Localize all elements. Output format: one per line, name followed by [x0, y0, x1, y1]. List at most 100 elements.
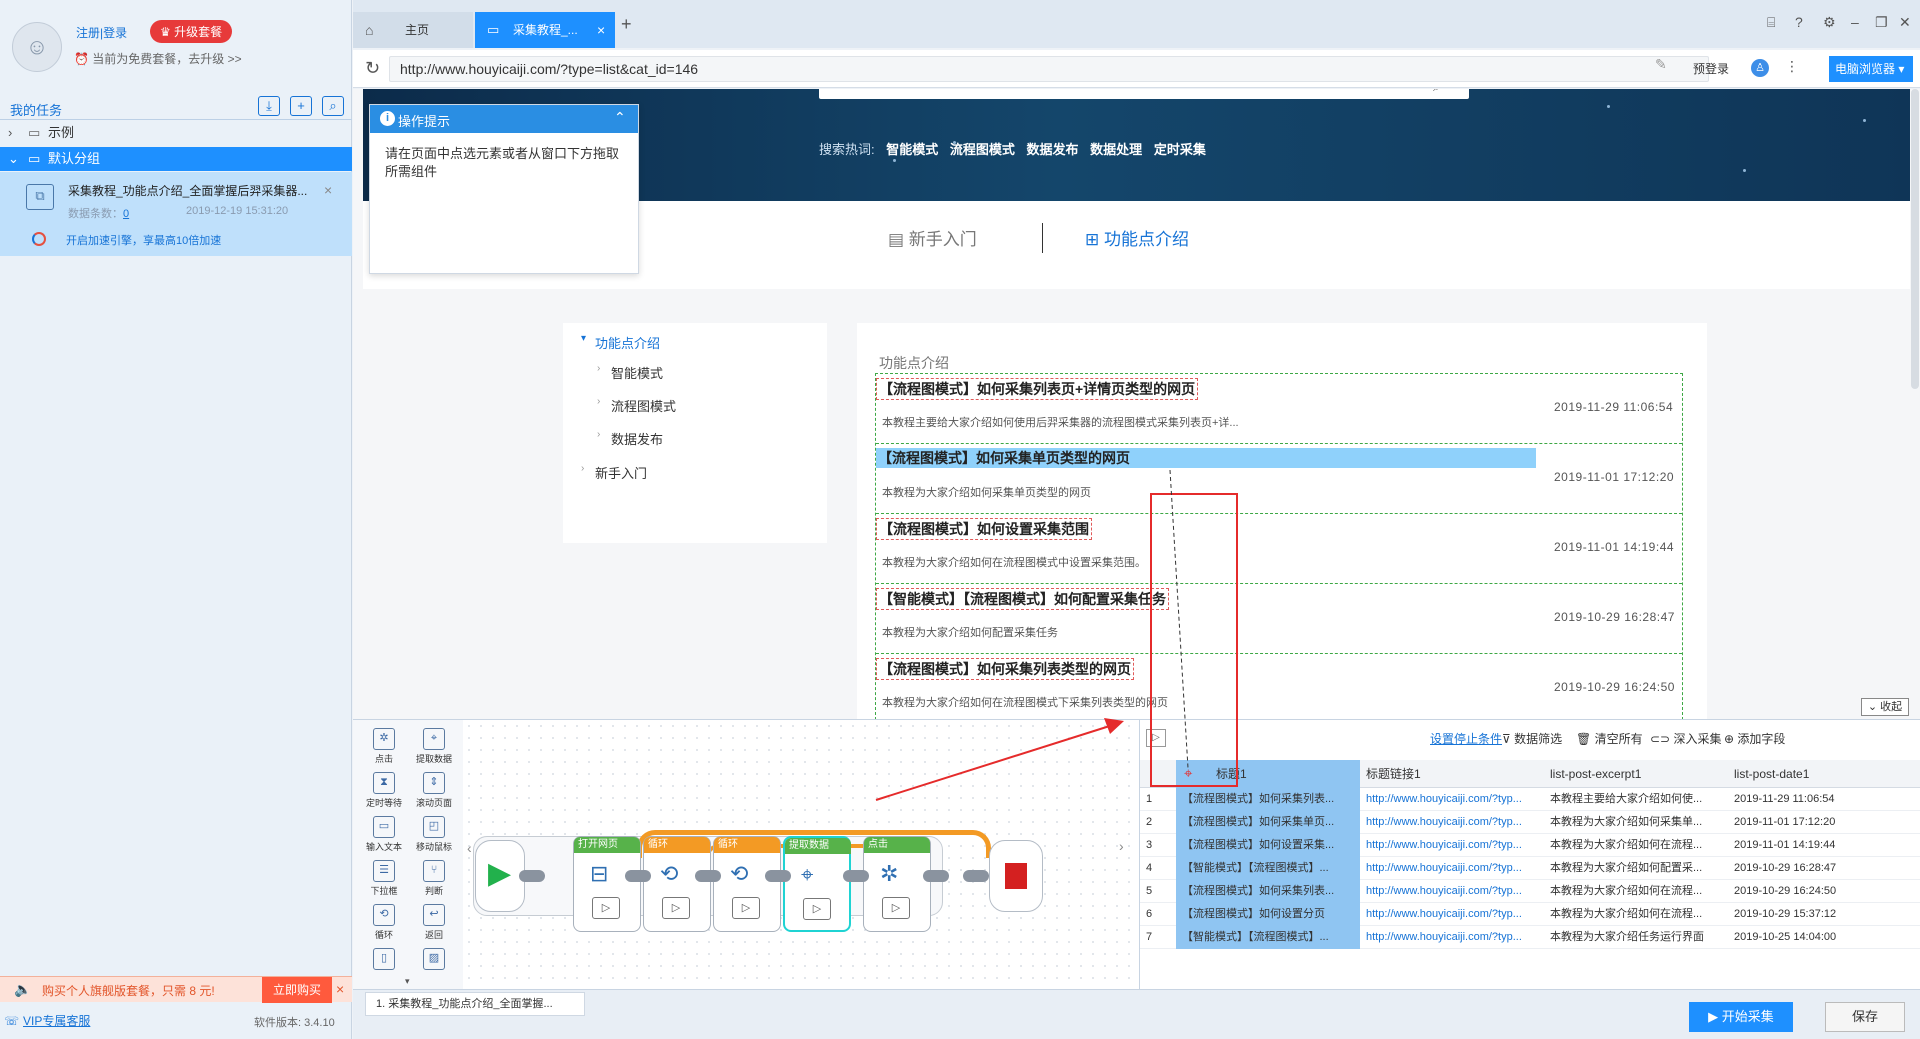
task-card[interactable]: ⧉ 采集教程_功能点介绍_全面掌握后羿采集器... × 数据条数：0 2019-…: [0, 172, 352, 256]
vip-support-link[interactable]: ☏ VIP专属客服: [4, 1012, 90, 1029]
category-item[interactable]: › 数据发布: [597, 429, 663, 448]
collapse-button[interactable]: ⌄ 收起: [1861, 698, 1909, 716]
article-title-selected[interactable]: 【流程图模式】如何采集单页类型的网页: [876, 448, 1536, 468]
flow-node-loop[interactable]: 循环 ⟲ ▷: [643, 836, 711, 932]
filter-button[interactable]: ⊽ 数据筛选: [1502, 730, 1562, 747]
close-window-icon[interactable]: ✕: [1899, 14, 1911, 31]
task-count-value[interactable]: 0: [123, 208, 129, 220]
palette-item-dropdown[interactable]: ☰ 下拉框: [359, 860, 409, 897]
user-icon[interactable]: ♙: [1751, 59, 1769, 77]
grid-header-link[interactable]: 标题链接1: [1360, 760, 1544, 788]
browser-mode-select[interactable]: 电脑浏览器 ▾: [1829, 56, 1913, 82]
article-row[interactable]: 【智能模式】【流程图模式】如何配置采集任务 本教程为大家介绍如何配置采集任务 2…: [876, 584, 1682, 654]
close-icon[interactable]: ×: [336, 981, 344, 997]
prelogin-button[interactable]: 预登录: [1693, 60, 1729, 77]
help-icon[interactable]: ?: [1795, 14, 1803, 30]
more-icon[interactable]: ⋮: [1785, 58, 1799, 75]
url-input[interactable]: http://www.houyicaiji.com/?type=list&cat…: [389, 56, 1709, 82]
table-row[interactable]: 4 【智能模式】【流程图模式】... http://www.houyicaiji.c…: [1140, 857, 1920, 880]
hot-word[interactable]: 定时采集: [1154, 142, 1206, 157]
table-row[interactable]: 5 【流程图模式】如何采集列表... http://www.houyicaiji.c…: [1140, 880, 1920, 903]
play-node-icon[interactable]: ▷: [592, 897, 620, 919]
accel-link[interactable]: 开启加速引擎，享最高10倍加速: [66, 232, 221, 248]
save-button[interactable]: 保存: [1825, 1002, 1905, 1032]
category-item[interactable]: › 流程图模式: [597, 396, 676, 415]
buy-now-button[interactable]: 立即购买: [262, 977, 332, 1003]
chevron-left-icon[interactable]: ‹: [467, 840, 472, 856]
palette-item-scroll[interactable]: ⇕ 滚动页面: [409, 772, 459, 809]
flow-start[interactable]: ▶: [475, 840, 525, 912]
flow-node-loop[interactable]: 循环 ⟲ ▷: [713, 836, 781, 932]
palette-item-click[interactable]: ✲ 点击: [359, 728, 409, 765]
palette-item-wait[interactable]: ⧗ 定时等待: [359, 772, 409, 809]
palette-item-back[interactable]: ↩ 返回: [409, 904, 459, 941]
gear-icon[interactable]: ⚙: [1823, 14, 1836, 31]
article-row[interactable]: 【流程图模式】如何设置采集范围 本教程为大家介绍如何在流程图模式中设置采集范围。…: [876, 514, 1682, 584]
search-icon[interactable]: ⌕: [1433, 89, 1440, 95]
palette-item-input[interactable]: ▭ 输入文本: [359, 816, 409, 853]
flow-node-open-page[interactable]: 打开网页 ⊟ ▷: [573, 836, 641, 932]
stop-condition-link[interactable]: 设置停止条件: [1430, 730, 1502, 747]
edit-icon[interactable]: ✎: [1655, 56, 1667, 73]
nav-beginner[interactable]: ▤ 新手入门: [888, 225, 977, 250]
flow-end[interactable]: [989, 840, 1043, 912]
tab-home[interactable]: ⌂ 主页: [353, 12, 473, 48]
article-title[interactable]: 【智能模式】【流程图模式】如何配置采集任务: [876, 588, 1169, 610]
palette-item-loop[interactable]: ⟲ 循环: [359, 904, 409, 941]
start-collect-button[interactable]: ▶ 开始采集: [1689, 1002, 1793, 1032]
article-row[interactable]: 【流程图模式】如何采集列表类型的网页 本教程为大家介绍如何在流程图模式下采集列表…: [876, 654, 1682, 719]
palette-item-image[interactable]: ▨: [409, 948, 459, 972]
palette-item-mouse[interactable]: ◰ 移动鼠标: [409, 816, 459, 853]
search-task-icon[interactable]: ⌕: [322, 96, 344, 116]
close-icon[interactable]: ×: [324, 182, 332, 198]
hot-word[interactable]: 流程图模式: [950, 142, 1015, 157]
category-item[interactable]: › 智能模式: [597, 363, 663, 382]
palette-item-more[interactable]: ▯: [359, 948, 409, 972]
minimize-icon[interactable]: –: [1851, 14, 1859, 30]
deep-collect-button[interactable]: ⊂⊃ 深入采集: [1650, 730, 1721, 747]
gift-icon[interactable]: ⌸: [1767, 14, 1775, 31]
avatar[interactable]: ☺: [12, 22, 62, 72]
reload-icon[interactable]: ↻: [365, 58, 380, 79]
play-node-icon[interactable]: ▷: [803, 898, 831, 920]
chevron-up-icon[interactable]: ⌃: [614, 109, 626, 126]
grid-header-excerpt[interactable]: list-post-excerpt1: [1544, 760, 1728, 788]
article-title[interactable]: 【流程图模式】如何设置采集范围: [876, 518, 1092, 540]
article-title[interactable]: 【流程图模式】如何采集列表类型的网页: [876, 658, 1134, 680]
palette-item-extract[interactable]: ⌖ 提取数据: [409, 728, 459, 765]
article-row[interactable]: 【流程图模式】如何采集单页类型的网页 本教程为大家介绍如何采集单页类型的网页 2…: [876, 444, 1682, 514]
hot-word[interactable]: 数据发布: [1027, 142, 1079, 157]
hot-word[interactable]: 智能模式: [886, 142, 938, 157]
upgrade-button[interactable]: ♛ 升级套餐: [150, 20, 233, 43]
table-row[interactable]: 3 【流程图模式】如何设置采集... http://www.houyicaiji.c…: [1140, 834, 1920, 857]
category-item[interactable]: › 新手入门: [581, 463, 647, 482]
import-task-icon[interactable]: ⤓: [258, 96, 280, 116]
table-row[interactable]: 2 【流程图模式】如何采集单页... http://www.houyicaiji.c…: [1140, 811, 1920, 834]
tree-item-default-group[interactable]: ⌄ ▭ 默认分组: [0, 147, 352, 171]
article-title[interactable]: 【流程图模式】如何采集列表页+详情页类型的网页: [876, 378, 1199, 400]
palette-item-branch[interactable]: ⑂ 判断: [409, 860, 459, 897]
grid-header-date[interactable]: list-post-date1: [1728, 760, 1920, 788]
play-node-icon[interactable]: ▷: [732, 897, 760, 919]
add-field-button[interactable]: ⊕ 添加字段: [1724, 730, 1785, 747]
play-node-icon[interactable]: ▷: [662, 897, 690, 919]
clear-all-button[interactable]: 🗑 清空所有: [1576, 730, 1643, 747]
category-item-active[interactable]: ▾ 功能点介绍: [581, 333, 660, 352]
tab-active[interactable]: ▭ 采集教程_... ×: [475, 12, 615, 48]
chevron-right-icon[interactable]: ›: [1119, 838, 1124, 854]
new-tab-icon[interactable]: +: [621, 14, 632, 35]
login-link[interactable]: 注册|登录: [76, 24, 127, 41]
table-row[interactable]: 1 【流程图模式】如何采集列表... http://www.houyicaiji.c…: [1140, 788, 1920, 811]
maximize-icon[interactable]: ❐: [1875, 14, 1888, 31]
nav-features[interactable]: ⊞ 功能点介绍: [1085, 225, 1189, 250]
page-scrollbar[interactable]: [1911, 89, 1919, 389]
hot-word[interactable]: 数据处理: [1090, 142, 1142, 157]
table-row[interactable]: 7 【智能模式】【流程图模式】... http://www.houyicaiji.c…: [1140, 926, 1920, 949]
task-tab[interactable]: 1. 采集教程_功能点介绍_全面掌握...: [365, 992, 585, 1016]
new-task-icon[interactable]: +: [290, 96, 312, 116]
article-row[interactable]: 【流程图模式】如何采集列表页+详情页类型的网页 本教程主要给大家介绍如何使用后羿…: [876, 374, 1682, 444]
table-row[interactable]: 6 【流程图模式】如何设置分页 http://www.houyicaiji.com/…: [1140, 903, 1920, 926]
plan-text[interactable]: ⏰ 当前为免费套餐，去升级 >>: [74, 50, 242, 67]
play-node-icon[interactable]: ▷: [882, 897, 910, 919]
flow-node-click[interactable]: 点击 ✲ ▷: [863, 836, 931, 932]
